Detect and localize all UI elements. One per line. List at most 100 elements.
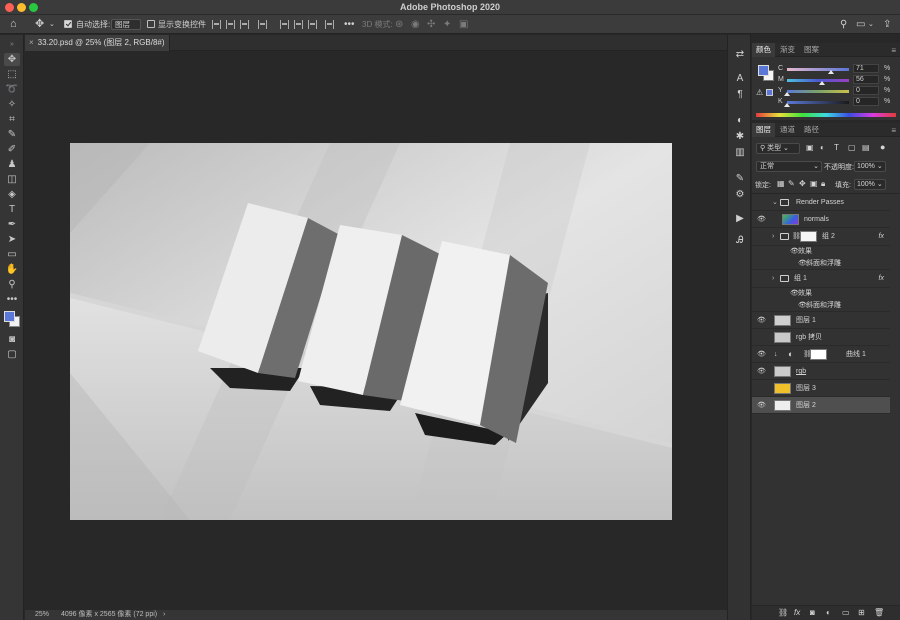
- layer-row-group-1[interactable]: › 组 1 fx: [752, 270, 890, 288]
- stamp-tool-icon[interactable]: ♟: [4, 158, 20, 171]
- home-icon[interactable]: ⌂: [10, 18, 17, 31]
- align-center-icon[interactable]: [226, 20, 235, 29]
- group-collapse-chevron-icon[interactable]: ›: [772, 228, 774, 245]
- tab-paths[interactable]: 路径: [800, 123, 823, 137]
- more-options-icon[interactable]: •••: [344, 18, 355, 31]
- document-canvas[interactable]: [70, 143, 672, 520]
- black-slider[interactable]: K 0 %: [778, 97, 898, 107]
- type-tool-icon[interactable]: T: [4, 203, 20, 216]
- eraser-tool-icon[interactable]: ◫: [4, 173, 20, 186]
- document-tab[interactable]: ×33.20.psd @ 25% (图层 2, RGB/8#) *: [25, 35, 170, 63]
- glyphs-icon[interactable]: Ꭿ: [733, 235, 747, 247]
- new-layer-icon[interactable]: ⊞: [858, 608, 865, 617]
- align-top-icon[interactable]: [280, 20, 289, 29]
- paragraph-icon[interactable]: ¶: [733, 89, 747, 101]
- layer-row-layer-2[interactable]: 👁︎ 图层 2: [752, 397, 890, 414]
- filter-pixel-icon[interactable]: ▣: [806, 143, 814, 152]
- lasso-tool-icon[interactable]: ➰: [4, 83, 20, 96]
- layer-row-rgb-copy[interactable]: rgb 拷贝: [752, 329, 890, 346]
- quick-mask-icon[interactable]: ◙: [4, 333, 20, 346]
- zoom-level[interactable]: 25%: [35, 610, 49, 620]
- 3d-pan-icon[interactable]: ✣: [427, 18, 435, 31]
- magic-wand-tool-icon[interactable]: ✧: [4, 98, 20, 111]
- 3d-slide-icon[interactable]: ✦: [443, 18, 451, 31]
- layer-row-layer-3[interactable]: 图层 3: [752, 380, 890, 397]
- color-fg-swatch[interactable]: [758, 65, 769, 76]
- effects-row[interactable]: 👁︎ 效果: [752, 246, 890, 258]
- tab-layers[interactable]: 图层: [752, 123, 775, 137]
- gamut-warning-icon[interactable]: ⚠: [756, 88, 763, 97]
- group-expand-chevron-icon[interactable]: ⌄: [772, 194, 778, 211]
- screen-mode-icon[interactable]: ▢: [4, 348, 20, 361]
- new-group-icon[interactable]: ▭: [842, 608, 850, 617]
- opacity-input[interactable]: 100% ⌄: [854, 161, 886, 172]
- layer-row-normals[interactable]: 👁︎ normals: [752, 211, 890, 228]
- align-left-icon[interactable]: [212, 20, 221, 29]
- actions-icon[interactable]: ▶: [733, 213, 747, 225]
- fill-input[interactable]: 100% ⌄: [854, 179, 886, 190]
- lock-transparent-icon[interactable]: ▦: [777, 179, 785, 188]
- layers-panel-menu-icon[interactable]: ≡: [891, 126, 896, 135]
- character-icon[interactable]: A: [733, 73, 747, 85]
- group-collapse-chevron-icon[interactable]: ›: [772, 270, 774, 287]
- close-tab-icon[interactable]: ×: [29, 38, 34, 47]
- more-tools-icon[interactable]: •••: [4, 293, 20, 306]
- pen-tool-icon[interactable]: ✒: [4, 218, 20, 231]
- history-icon[interactable]: ⇄: [733, 49, 747, 61]
- layer-row-group-2[interactable]: › ⛓︎ 组 2 fx: [752, 228, 890, 246]
- filter-adjustment-icon[interactable]: ◐: [820, 143, 825, 152]
- tool-preset-chevron-icon[interactable]: ⌄: [49, 18, 55, 31]
- fx-badge[interactable]: fx: [879, 270, 884, 287]
- align-right-icon[interactable]: [240, 20, 249, 29]
- cyan-slider[interactable]: C 71 %: [778, 64, 898, 74]
- blend-mode-dropdown[interactable]: 正常 ⌄: [756, 161, 822, 172]
- show-transform-checkbox[interactable]: [147, 20, 155, 28]
- workspace-icon[interactable]: ▭: [856, 18, 865, 31]
- share-icon[interactable]: ⇪: [883, 18, 891, 31]
- paint-bucket-tool-icon[interactable]: ◈: [4, 188, 20, 201]
- 3d-orbit-icon[interactable]: ⊛: [395, 18, 403, 31]
- visibility-eye-icon[interactable]: 👁︎: [757, 312, 766, 329]
- distribute-icon[interactable]: [258, 20, 267, 29]
- auto-select-checkbox[interactable]: [64, 20, 72, 28]
- lock-pixels-icon[interactable]: ✎: [788, 179, 795, 188]
- lock-position-icon[interactable]: ✥: [799, 179, 806, 188]
- 3d-scale-icon[interactable]: ▣: [459, 18, 468, 31]
- color-panel-menu-icon[interactable]: ≡: [891, 46, 896, 55]
- add-layer-style-icon[interactable]: fx: [794, 608, 800, 617]
- cyan-knob[interactable]: [828, 70, 835, 74]
- add-mask-icon[interactable]: ◙: [810, 608, 815, 617]
- bevel-emboss-row[interactable]: 👁︎ 斜面和浮雕: [752, 258, 890, 270]
- tab-channels[interactable]: 通道: [776, 123, 799, 137]
- color-ramp[interactable]: [756, 113, 896, 117]
- link-layers-icon[interactable]: ⛓︎: [778, 608, 788, 617]
- fx-badge[interactable]: fx: [879, 228, 884, 245]
- magenta-slider[interactable]: M 56 %: [778, 75, 898, 85]
- status-chevron-icon[interactable]: ›: [163, 610, 165, 620]
- adjustments-icon[interactable]: ◐: [733, 115, 747, 127]
- zoom-tool-icon[interactable]: ⚲: [4, 278, 20, 291]
- visibility-eye-icon[interactable]: 👁︎: [757, 363, 766, 380]
- move-tool-icon[interactable]: ✥: [4, 53, 20, 66]
- workspace-chevron-icon[interactable]: ⌄: [868, 18, 874, 31]
- brushes-icon[interactable]: ✎: [733, 173, 747, 185]
- web-color-swatch[interactable]: [766, 89, 773, 96]
- hand-tool-icon[interactable]: ✋: [4, 263, 20, 276]
- yellow-slider[interactable]: Y 0 %: [778, 86, 898, 96]
- layer-row-curves-1[interactable]: 👁︎ ↓ ◐ ⛓︎ 曲线 1: [752, 346, 890, 363]
- rectangle-tool-icon[interactable]: ▭: [4, 248, 20, 261]
- tab-color[interactable]: 颜色: [752, 43, 775, 57]
- visibility-eye-icon[interactable]: 👁︎: [757, 211, 766, 228]
- layer-row-rgb[interactable]: 👁︎ rgb: [752, 363, 890, 380]
- move-tool-icon[interactable]: ✥: [35, 18, 44, 31]
- lock-all-icon[interactable]: 🔒︎: [821, 179, 825, 189]
- collapse-toolbar-icon[interactable]: »: [4, 38, 20, 51]
- yellow-knob[interactable]: [784, 92, 790, 96]
- delete-layer-icon[interactable]: 🗑︎: [874, 608, 884, 617]
- brush-tool-icon[interactable]: ✐: [4, 143, 20, 156]
- tab-gradient[interactable]: 渐变: [776, 43, 799, 57]
- histogram-icon[interactable]: ▥: [733, 147, 747, 159]
- visibility-eye-icon[interactable]: 👁︎: [757, 397, 766, 414]
- foreground-color-swatch[interactable]: [4, 311, 15, 322]
- auto-select-target-dropdown[interactable]: 图层: [111, 19, 141, 30]
